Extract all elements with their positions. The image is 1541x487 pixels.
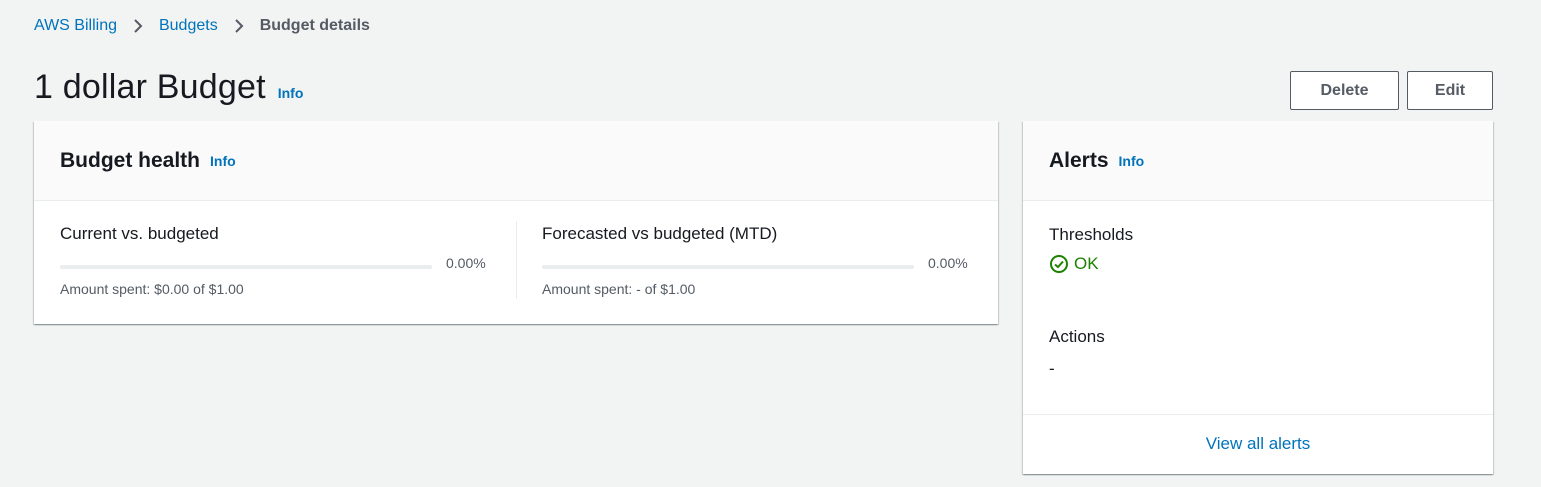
thresholds-label: Thresholds xyxy=(1049,225,1134,244)
forecast-progress-bar xyxy=(542,265,914,269)
breadcrumb-budgets[interactable]: Budgets xyxy=(159,17,218,35)
current-vs-budgeted: Current vs. budgeted 0.00% Amount spent:… xyxy=(34,221,516,299)
edit-button[interactable]: Edit xyxy=(1407,71,1493,110)
current-amount-spent: Amount spent: $0.00 of $1.00 xyxy=(60,281,244,297)
actions-value: - xyxy=(1049,359,1055,378)
delete-button[interactable]: Delete xyxy=(1290,71,1399,110)
forecasted-vs-budgeted: Forecasted vs budgeted (MTD) 0.00% Amoun… xyxy=(516,221,998,299)
page-header: 1 dollar Budget Info xyxy=(34,68,303,107)
alerts-title: Alerts xyxy=(1049,148,1109,172)
current-progress-bar xyxy=(60,265,432,269)
current-progress-row: 0.00% xyxy=(60,255,516,276)
forecast-progress-row: 0.00% xyxy=(542,255,998,276)
alerts-panel: Alerts Info Thresholds OK Actions - View… xyxy=(1023,121,1493,474)
alerts-footer: View all alerts xyxy=(1023,415,1493,473)
forecast-amount-spent: Amount spent: - of $1.00 xyxy=(542,281,696,297)
chevron-right-icon xyxy=(230,17,248,35)
current-progress-percent: 0.00% xyxy=(446,255,486,271)
budget-health-panel: Budget health Info Current vs. budgeted … xyxy=(34,121,998,324)
breadcrumb-aws-billing[interactable]: AWS Billing xyxy=(34,17,117,35)
thresholds-status-text: OK xyxy=(1074,254,1099,273)
thresholds-status: OK xyxy=(1049,254,1467,274)
budget-health-info-link[interactable]: Info xyxy=(210,153,236,169)
breadcrumb: AWS Billing Budgets Budget details xyxy=(34,16,370,36)
budget-health-body: Current vs. budgeted 0.00% Amount spent:… xyxy=(34,201,998,299)
chevron-right-icon xyxy=(129,17,147,35)
budget-health-title: Budget health xyxy=(60,148,200,172)
forecasted-vs-budgeted-label: Forecasted vs budgeted (MTD) xyxy=(542,224,778,243)
forecast-progress-percent: 0.00% xyxy=(928,255,968,271)
alerts-header: Alerts Info xyxy=(1023,121,1493,201)
actions-label: Actions xyxy=(1049,327,1105,346)
page-title: 1 dollar Budget xyxy=(34,68,266,106)
breadcrumb-current: Budget details xyxy=(259,17,370,34)
page-info-link[interactable]: Info xyxy=(278,85,304,101)
alerts-info-link[interactable]: Info xyxy=(1119,153,1145,169)
alerts-body: Thresholds OK Actions - xyxy=(1023,201,1493,415)
current-vs-budgeted-label: Current vs. budgeted xyxy=(60,224,219,243)
view-all-alerts-link[interactable]: View all alerts xyxy=(1206,434,1311,454)
status-positive-icon xyxy=(1050,255,1068,273)
budget-health-header: Budget health Info xyxy=(34,121,998,201)
